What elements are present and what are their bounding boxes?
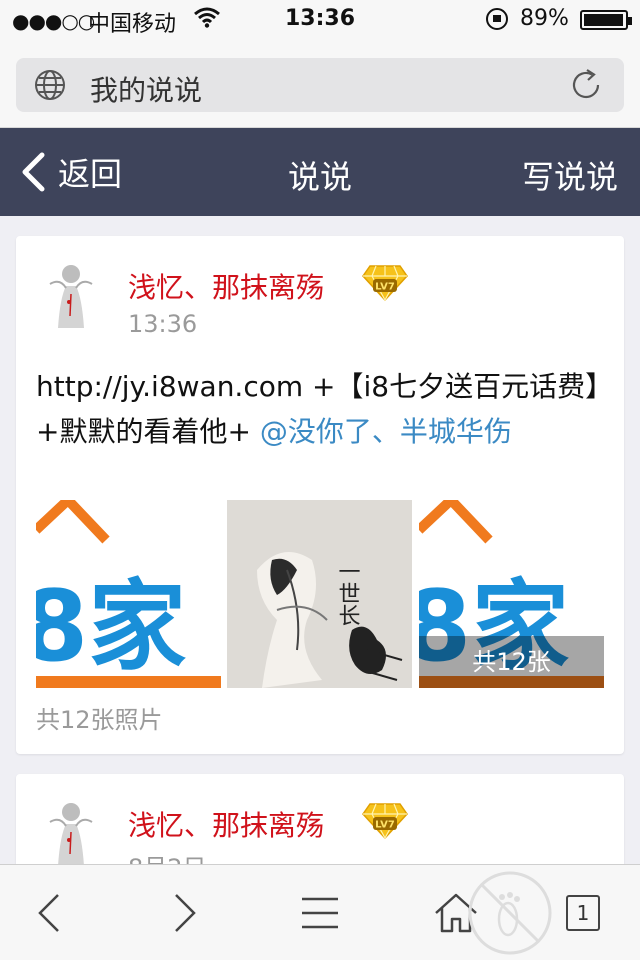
battery-percentage: 89%	[520, 6, 569, 31]
avatar[interactable]	[36, 796, 106, 868]
page-title-text: 我的说说	[90, 74, 203, 107]
back-arrow-icon[interactable]	[26, 887, 78, 939]
rotation-lock-icon	[486, 8, 508, 30]
i8-logo-image: 8家	[36, 500, 221, 688]
battery-fill	[584, 14, 623, 26]
photo-count-overlay: 共12张	[419, 636, 604, 688]
reload-icon[interactable]	[568, 67, 604, 103]
post-card: 浅忆、那抹离殇 LV7 13:36 http://jy.i8wan.com +【…	[16, 236, 624, 754]
photo-count-label: 共12张照片	[36, 706, 163, 734]
post-content: http://jy.i8wan.com +【i8七夕送百元话费】+默默的看着他+…	[36, 364, 608, 454]
app-nav-bar: 返回 说说 写说说	[0, 128, 640, 216]
author-name[interactable]: 浅忆、那抹离殇	[128, 266, 324, 306]
vip-diamond-icon: LV7	[362, 265, 408, 302]
browser-address-area: 我的说说	[0, 40, 640, 128]
vip-diamond-icon: LV7	[362, 803, 408, 840]
tabs-button[interactable]: 1	[566, 895, 600, 931]
svg-text:一世长: 一世长	[335, 560, 361, 626]
vip-level-text: LV7	[375, 282, 395, 293]
photo-thumbnail[interactable]: 8家 共12张	[419, 500, 604, 688]
address-bar[interactable]: 我的说说	[16, 58, 624, 112]
photo-thumbnail[interactable]: 8家	[36, 500, 221, 688]
post-time: 13:36	[128, 310, 198, 338]
globe-icon	[35, 70, 65, 100]
menu-icon[interactable]	[294, 887, 346, 939]
write-post-button[interactable]: 写说说	[522, 152, 618, 198]
author-name[interactable]: 浅忆、那抹离殇	[128, 804, 324, 844]
vip-level-text: LV7	[375, 820, 395, 831]
battery-icon	[580, 10, 632, 30]
browser-toolbar: 1	[0, 864, 640, 960]
photo-thumbnail[interactable]: 一世长	[227, 500, 412, 688]
ink-art-image: 一世长	[227, 500, 412, 688]
no-footprint-watermark-icon	[468, 871, 552, 955]
status-bar: ●●●○○ 中国移动 13:36 89%	[0, 0, 640, 40]
forward-arrow-icon[interactable]	[156, 887, 208, 939]
svg-text:8家: 8家	[36, 570, 186, 684]
avatar[interactable]	[36, 258, 106, 330]
mention-link[interactable]: @没你了、半城华伤	[260, 415, 512, 448]
